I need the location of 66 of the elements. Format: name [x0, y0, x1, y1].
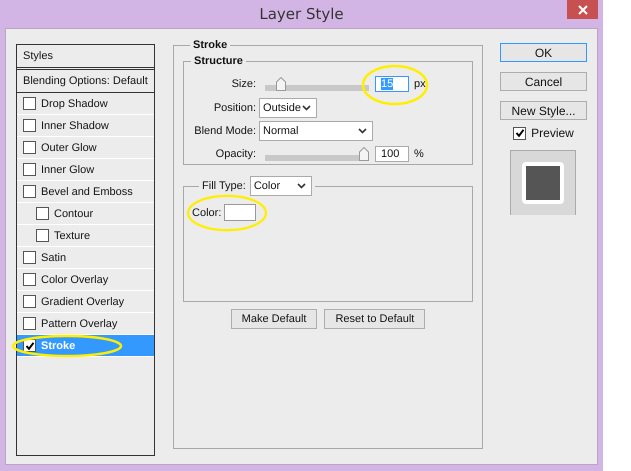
slider-thumb[interactable]: [276, 76, 286, 90]
style-list-item[interactable]: Bevel and Emboss: [17, 181, 154, 203]
default-button[interactable]: Reset to Default: [324, 309, 426, 329]
style-label: Contour: [54, 208, 94, 220]
checkbox[interactable]: [23, 185, 36, 198]
style-list-item[interactable]: Contour: [17, 203, 154, 225]
checkbox[interactable]: [513, 126, 526, 140]
opacity-label: Opacity:: [214, 148, 258, 160]
group-title: Structure: [193, 55, 244, 67]
chevron-icon: [358, 128, 368, 134]
group-title: Stroke: [192, 39, 228, 51]
close-button[interactable]: [567, 0, 598, 19]
style-label: Inner Glow: [41, 164, 94, 176]
style-list-item[interactable]: Satin: [17, 247, 154, 269]
preview-label: Preview: [531, 126, 574, 140]
checkbox[interactable]: [23, 317, 36, 330]
opacity-field[interactable]: 100: [375, 146, 410, 162]
styles-header: Styles: [17, 45, 154, 70]
blend-mode-dropdown[interactable]: Normal: [259, 120, 374, 140]
color-swatch[interactable]: [224, 204, 256, 221]
position-label: Position:: [212, 102, 258, 114]
style-label: Bevel and Emboss: [41, 186, 133, 198]
chevron-icon: [296, 183, 306, 189]
dialog-button[interactable]: Cancel: [500, 72, 587, 91]
checkbox[interactable]: [23, 273, 36, 286]
fill-type-label: Fill Type:: [202, 180, 246, 192]
unit-label: %: [414, 148, 424, 160]
style-label: Pattern Overlay: [41, 318, 118, 330]
style-label: Inner Shadow: [41, 120, 109, 132]
unit-label: px: [414, 78, 426, 90]
dialog-button[interactable]: OK: [500, 43, 587, 62]
style-label: Gradient Overlay: [41, 296, 124, 308]
dialog-button[interactable]: New Style...: [500, 101, 587, 120]
close-icon: [578, 4, 588, 14]
window-title: Layer Style: [259, 5, 344, 23]
checkbox[interactable]: [23, 163, 36, 176]
style-list-item[interactable]: Outer Glow: [17, 137, 154, 159]
checkbox[interactable]: [36, 207, 49, 220]
size-label: Size:: [230, 78, 258, 90]
style-label: Satin: [41, 252, 66, 264]
checkbox[interactable]: [23, 119, 36, 132]
position-dropdown[interactable]: Outside: [259, 98, 318, 118]
style-label: Drop Shadow: [41, 98, 108, 110]
style-list-item[interactable]: Color Overlay: [17, 269, 154, 291]
fill-type-dropdown[interactable]: Color: [250, 176, 312, 196]
style-list-item[interactable]: Gradient Overlay: [17, 291, 154, 313]
style-list-item[interactable]: Texture: [17, 225, 154, 247]
blend-mode-label: Blend Mode:: [193, 124, 258, 136]
checkbox[interactable]: [23, 97, 36, 110]
color-label: Color:: [192, 206, 222, 218]
chevron-icon: [302, 104, 312, 110]
default-button[interactable]: Make Default: [230, 309, 318, 329]
style-label: Outer Glow: [41, 142, 97, 154]
style-label: Texture: [54, 230, 90, 242]
style-label: Color Overlay: [41, 274, 108, 286]
style-label: Stroke: [41, 340, 76, 352]
preview-thumbnail: [510, 150, 576, 215]
style-list-item[interactable]: Drop Shadow: [17, 93, 154, 115]
slider-thumb[interactable]: [359, 146, 370, 160]
style-list-item[interactable]: Inner Shadow: [17, 115, 154, 137]
style-list-item[interactable]: Inner Glow: [17, 159, 154, 181]
checkbox[interactable]: [23, 141, 36, 154]
checkbox[interactable]: [23, 251, 36, 264]
checkbox[interactable]: [36, 229, 49, 242]
checkbox[interactable]: [23, 295, 36, 308]
style-list-item[interactable]: Blending Options: Default: [17, 70, 154, 93]
